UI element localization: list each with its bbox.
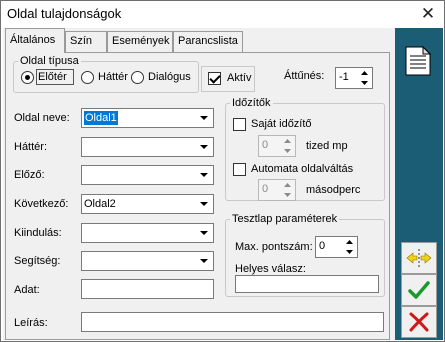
radio-background[interactable] [81, 71, 94, 84]
tab-events[interactable]: Események [107, 31, 173, 52]
radio-dialog[interactable] [131, 71, 144, 84]
triangle-down-icon [284, 149, 291, 153]
triangle-down-icon [346, 250, 353, 254]
spin-down-button[interactable] [280, 190, 295, 200]
close-icon: ✕ [420, 4, 436, 23]
spin-down-button[interactable] [342, 247, 357, 257]
checkmark-icon [408, 281, 430, 299]
radio-background-label: Háttér [98, 71, 128, 83]
title-bar: Oldal tulajdonságok ✕ [1, 1, 444, 27]
chevron-down-icon[interactable] [196, 167, 212, 183]
split-arrows-icon [406, 249, 432, 267]
auto-switch-unit: másodperc [306, 184, 361, 196]
split-button[interactable] [401, 242, 437, 274]
start-label: Kiindulás: [14, 227, 62, 239]
page-name-label: Oldal neve: [14, 112, 70, 124]
chevron-down-icon[interactable] [196, 139, 212, 155]
spin-up-button[interactable] [342, 237, 357, 247]
own-timer-unit: tized mp [306, 140, 348, 152]
own-timer-label: Saját időzítő [251, 118, 312, 130]
tab-color[interactable]: Szín [65, 31, 107, 52]
spin-up-button[interactable] [280, 180, 295, 190]
triangle-down-icon [361, 81, 368, 85]
start-combo[interactable] [81, 223, 214, 243]
test-params-legend: Tesztlap paraméterek [232, 213, 338, 225]
help-label: Segítség: [14, 255, 61, 267]
tab-command-list-label: Parancslista [178, 35, 238, 47]
help-combo[interactable] [81, 251, 214, 271]
correct-answer-field[interactable] [235, 275, 379, 293]
chevron-down-icon[interactable] [196, 253, 212, 269]
properties-window: Oldal tulajdonságok ✕ Általános Szín Ese… [0, 0, 445, 342]
page-name-value: Oldal1 [84, 111, 118, 125]
own-timer-checkbox[interactable] [233, 118, 246, 131]
timers-legend: Időzítők [232, 97, 271, 109]
spin-up-button[interactable] [357, 68, 372, 78]
transparency-spinner[interactable]: -1 [335, 67, 373, 89]
auto-switch-label: Automata oldalváltás [251, 163, 354, 175]
spin-up-button[interactable] [280, 136, 295, 146]
tab-general-label: Általános [10, 34, 56, 46]
tab-events-label: Események [112, 35, 170, 47]
window-title: Oldal tulajdonságok [7, 6, 122, 21]
background-label: Háttér: [14, 141, 48, 153]
spin-down-button[interactable] [357, 78, 372, 88]
tab-general[interactable]: Általános [5, 28, 65, 53]
triangle-up-icon [284, 183, 291, 187]
red-x-icon [409, 312, 429, 332]
active-checkbox[interactable] [208, 72, 221, 85]
ok-button[interactable] [401, 274, 437, 306]
triangle-down-icon [284, 193, 291, 197]
document-icon[interactable] [405, 45, 432, 76]
radio-dialog-label: Dialógus [148, 71, 191, 83]
transparency-value: -1 [339, 71, 349, 83]
next-label: Következő: [14, 198, 69, 210]
cancel-button[interactable] [401, 306, 437, 338]
page-type-legend: Oldal típusa [20, 55, 79, 67]
auto-switch-spinner[interactable]: 0 [258, 179, 296, 201]
tab-command-list[interactable]: Parancslista [173, 31, 243, 52]
chevron-down-icon[interactable] [196, 196, 212, 212]
timers-group: Időzítők [225, 97, 385, 201]
max-points-label: Max. pontszám: [235, 241, 313, 253]
tab-color-label: Szín [70, 35, 93, 47]
dialog-client: Általános Szín Események Parancslista Ol… [3, 28, 443, 340]
focus-indicator [36, 69, 74, 85]
transparency-label: Áttűnés: [284, 70, 325, 82]
next-value: Oldal2 [84, 198, 116, 210]
active-label: Aktív [227, 72, 252, 84]
radio-foreground[interactable] [21, 71, 34, 84]
next-combo[interactable]: Oldal2 [81, 194, 214, 214]
previous-combo[interactable] [81, 165, 214, 185]
triangle-up-icon [284, 139, 291, 143]
close-button[interactable]: ✕ [416, 2, 440, 26]
description-label: Leírás: [14, 317, 48, 329]
own-timer-spinner[interactable]: 0 [258, 135, 296, 157]
max-points-value: 0 [319, 240, 326, 252]
triangle-up-icon [361, 71, 368, 75]
auto-switch-value: 0 [262, 183, 269, 195]
data-label: Adat: [14, 284, 40, 296]
triangle-up-icon [346, 240, 353, 244]
previous-label: Előző: [14, 169, 45, 181]
auto-switch-checkbox[interactable] [233, 163, 246, 176]
max-points-spinner[interactable]: 0 [315, 236, 358, 258]
right-toolbar [395, 28, 443, 340]
description-field[interactable] [81, 312, 384, 332]
general-tab-panel: Oldal típusa Előtér Háttér Dialógus Aktí… [5, 52, 390, 340]
data-field[interactable] [81, 279, 214, 299]
chevron-down-icon[interactable] [196, 110, 212, 126]
spin-down-button[interactable] [280, 146, 295, 156]
own-timer-value: 0 [262, 139, 269, 151]
chevron-down-icon[interactable] [196, 225, 212, 241]
background-combo[interactable] [81, 137, 214, 157]
correct-answer-label: Helyes válasz: [235, 263, 306, 275]
page-name-combo[interactable]: Oldal1 [81, 108, 214, 128]
